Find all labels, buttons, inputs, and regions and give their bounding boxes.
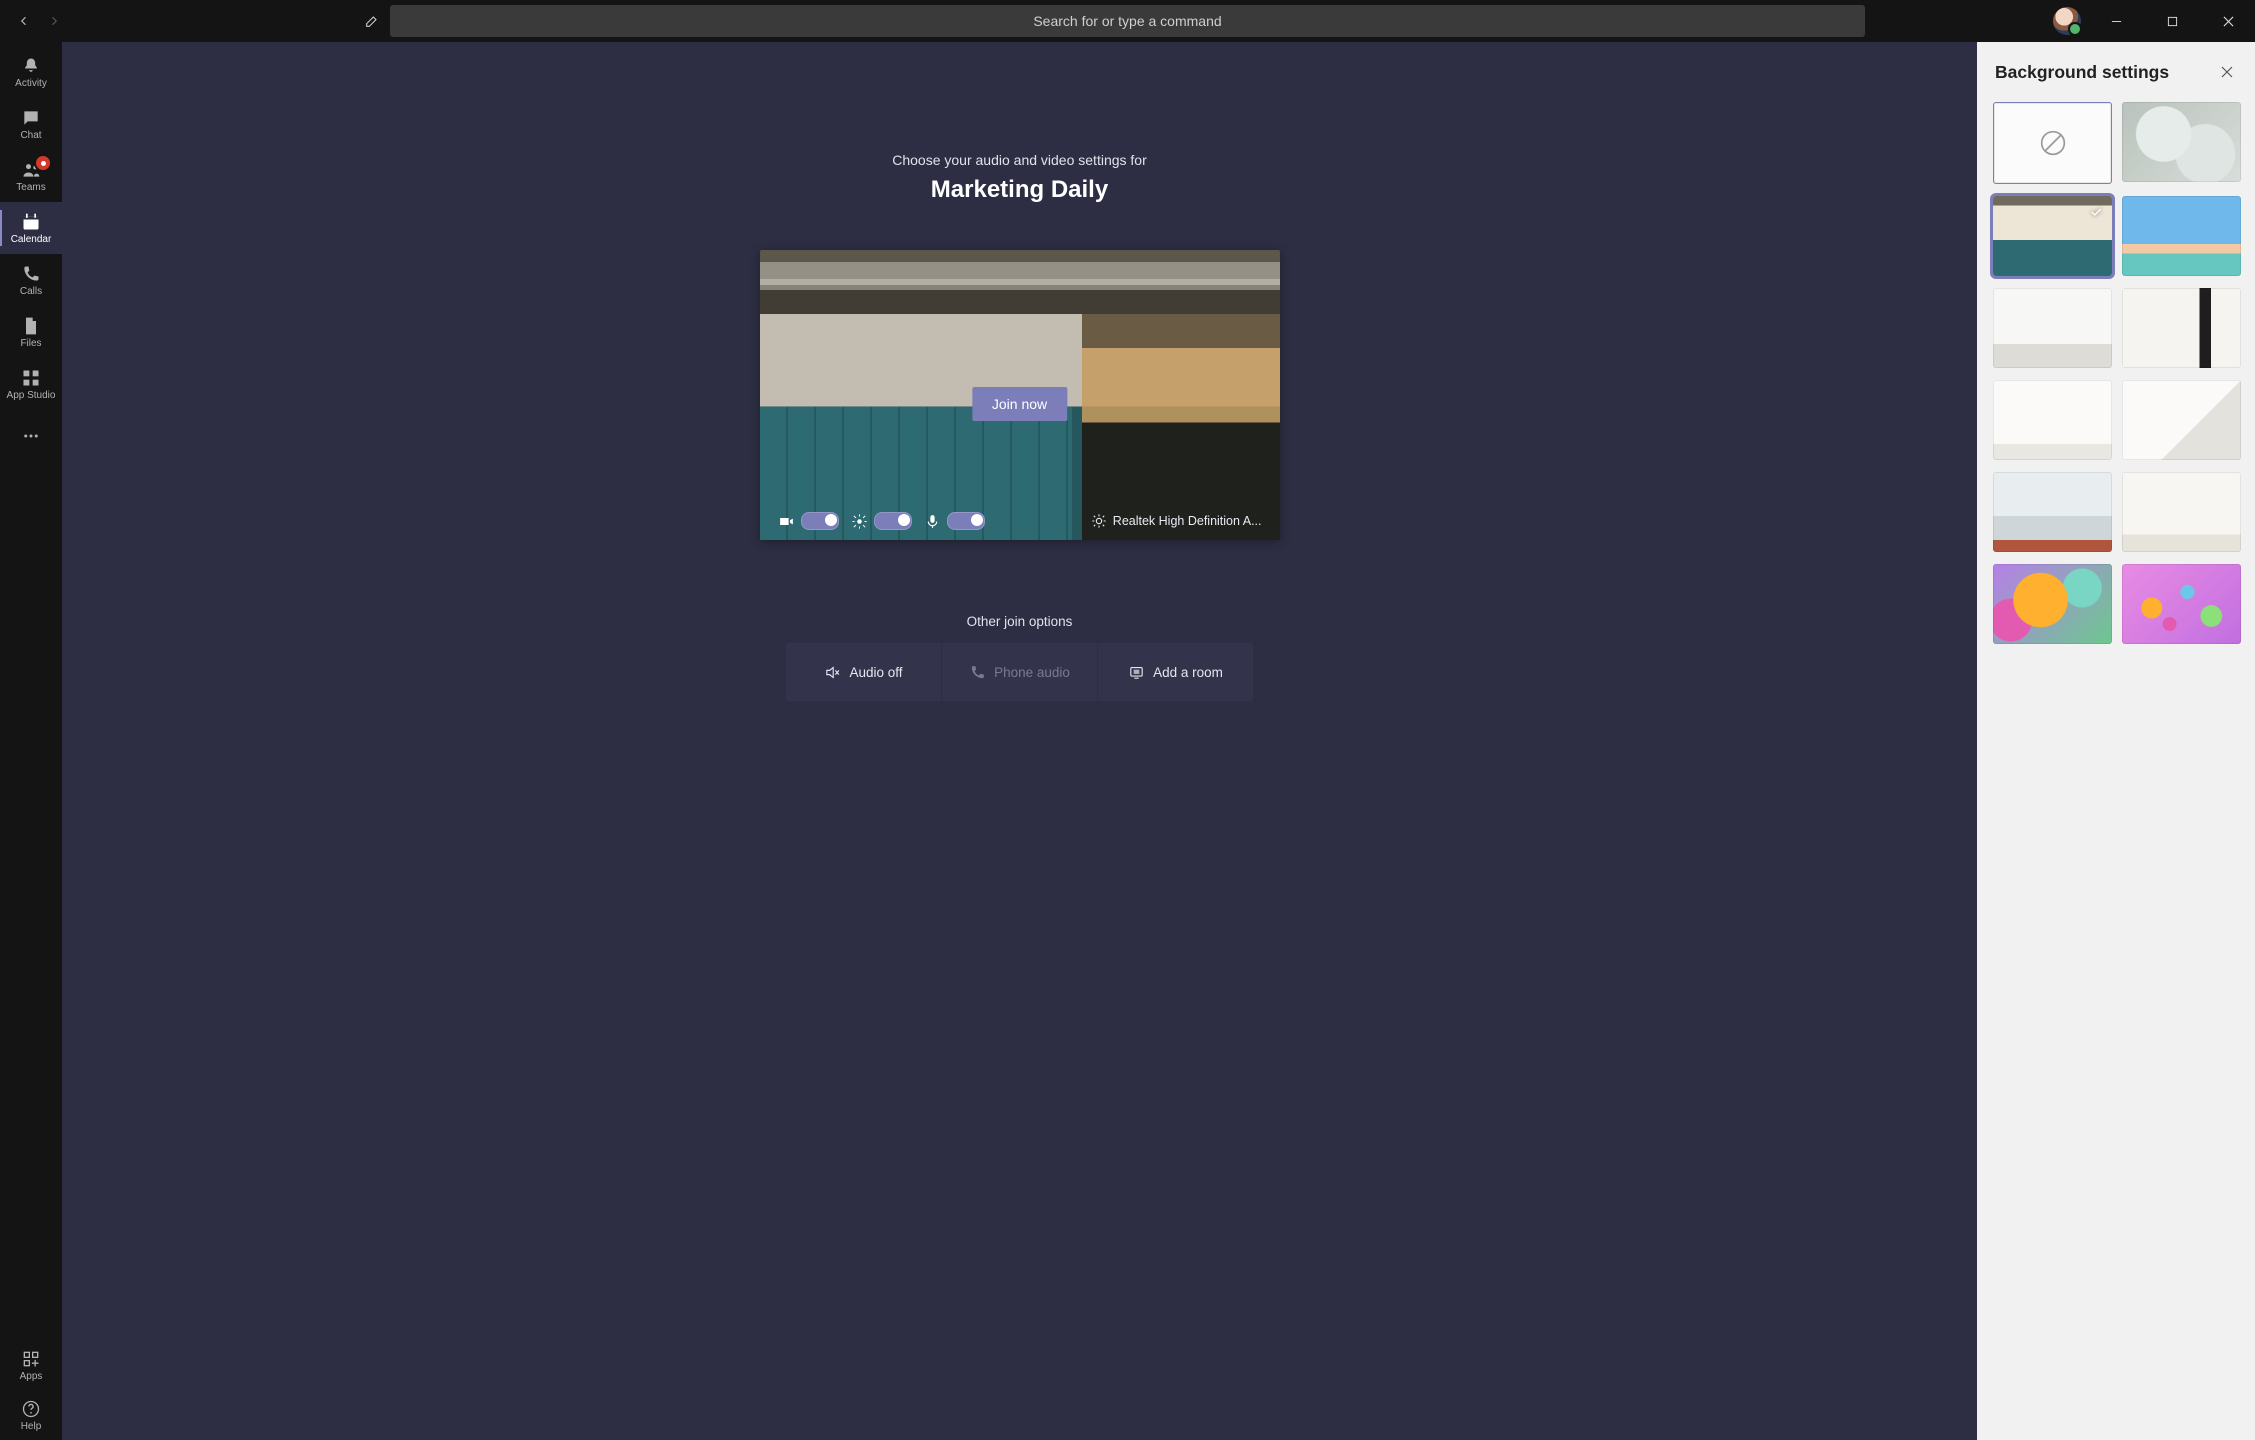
background-fx-toggle[interactable] <box>874 512 912 530</box>
rail-item-label: Calendar <box>11 235 52 245</box>
panel-title: Background settings <box>1995 62 2169 83</box>
background-tile-img10[interactable] <box>2122 564 2241 644</box>
video-icon <box>778 513 795 530</box>
join-now-button[interactable]: Join now <box>972 387 1067 421</box>
rail-item-label: Calls <box>20 287 42 297</box>
background-tile-img4[interactable] <box>2122 288 2241 368</box>
titlebar: Search for or type a command <box>0 0 2255 42</box>
prejoin-screen: Choose your audio and video settings for… <box>62 42 1977 1440</box>
gear-icon <box>1091 513 1107 529</box>
rail-item-files[interactable]: Files <box>0 306 62 358</box>
window-minimize-button[interactable] <box>2095 7 2137 35</box>
chat-icon <box>21 108 41 128</box>
profile-avatar[interactable] <box>2053 7 2081 35</box>
rail-item-teams[interactable]: Teams <box>0 150 62 202</box>
mic-icon <box>924 513 941 530</box>
other-options-label: Other join options <box>967 614 1073 629</box>
other-option-audio-off[interactable]: Audio off <box>786 643 941 701</box>
rail-item-label: Teams <box>16 183 45 193</box>
close-icon <box>2221 66 2233 78</box>
help-icon <box>21 1399 41 1419</box>
rail-item-label: App Studio <box>7 391 56 401</box>
meeting-title: Marketing Daily <box>931 176 1108 204</box>
other-options-row: Audio off Phone audio Add a room <box>786 643 1253 701</box>
prejoin-controls: Realtek High Definition A... <box>760 512 1280 530</box>
background-tile-none[interactable] <box>1993 102 2112 184</box>
app-rail: Activity Chat Teams Calendar Calls Files… <box>0 42 62 1440</box>
background-tile-img3[interactable] <box>1993 288 2112 368</box>
background-tile-img5[interactable] <box>1993 380 2112 460</box>
nav-back-button[interactable] <box>10 7 38 35</box>
phone-icon <box>969 664 986 681</box>
background-tile-img2[interactable] <box>2122 196 2241 276</box>
none-icon <box>2036 126 2070 160</box>
background-tile-img1[interactable] <box>1993 196 2112 276</box>
camera-toggle[interactable] <box>801 512 839 530</box>
other-option-label: Add a room <box>1153 665 1223 680</box>
background-grid <box>1977 92 2255 664</box>
rail-item-chat[interactable]: Chat <box>0 98 62 150</box>
speaker-off-icon <box>824 664 841 681</box>
calendar-icon <box>21 212 41 232</box>
phone-icon <box>21 264 41 284</box>
window-close-button[interactable] <box>2207 7 2249 35</box>
other-option-label: Phone audio <box>994 665 1070 680</box>
background-settings-panel: Background settings <box>1977 42 2255 1440</box>
rail-more-button[interactable] <box>0 416 62 456</box>
prejoin-subtitle: Choose your audio and video settings for <box>892 152 1147 168</box>
rail-item-apps[interactable]: Apps <box>0 1340 62 1390</box>
grid-icon <box>21 368 41 388</box>
check-icon <box>2086 202 2106 222</box>
rail-item-label: Apps <box>20 1372 43 1382</box>
rail-item-calendar[interactable]: Calendar <box>0 202 62 254</box>
other-option-label: Audio off <box>849 665 902 680</box>
background-tile-img7[interactable] <box>1993 472 2112 552</box>
rail-item-help[interactable]: Help <box>0 1390 62 1440</box>
background-tile-blur[interactable] <box>2122 102 2241 182</box>
search-placeholder: Search for or type a command <box>1033 13 1221 29</box>
audio-device-label: Realtek High Definition A... <box>1113 514 1262 528</box>
background-tile-img8[interactable] <box>2122 472 2241 552</box>
rail-item-label: Files <box>20 339 41 349</box>
mic-toggle[interactable] <box>947 512 985 530</box>
rail-item-calls[interactable]: Calls <box>0 254 62 306</box>
file-icon <box>21 316 41 336</box>
notification-badge <box>34 154 52 172</box>
new-chat-button[interactable] <box>358 7 386 35</box>
rail-item-label: Chat <box>20 131 41 141</box>
background-tile-img6[interactable] <box>2122 380 2241 460</box>
room-icon <box>1128 664 1145 681</box>
bell-icon <box>21 56 41 76</box>
background-tile-img9[interactable] <box>1993 564 2112 644</box>
apps-icon <box>21 1349 41 1369</box>
other-option-phone-audio: Phone audio <box>941 643 1097 701</box>
rail-item-activity[interactable]: Activity <box>0 46 62 98</box>
rail-item-label: Help <box>21 1422 42 1432</box>
panel-close-button[interactable] <box>2215 60 2239 84</box>
audio-device-select[interactable]: Realtek High Definition A... <box>1091 513 1262 529</box>
nav-forward-button[interactable] <box>40 7 68 35</box>
rail-item-label: Activity <box>15 79 47 89</box>
video-preview: Join now <box>760 250 1280 540</box>
search-input[interactable]: Search for or type a command <box>390 5 1865 37</box>
background-fx-icon <box>851 513 868 530</box>
other-option-add-room[interactable]: Add a room <box>1097 643 1253 701</box>
rail-item-appstudio[interactable]: App Studio <box>0 358 62 410</box>
window-maximize-button[interactable] <box>2151 7 2193 35</box>
